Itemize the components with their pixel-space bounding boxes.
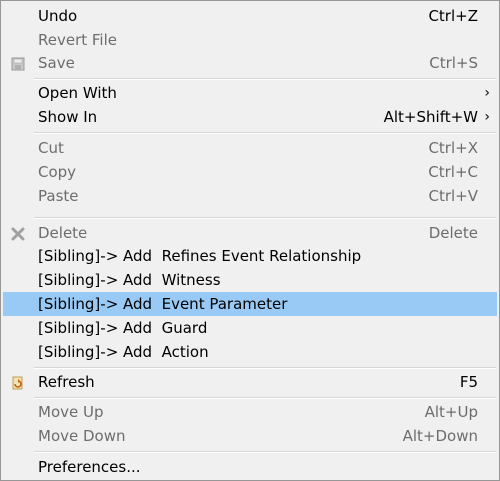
menu-item-refresh[interactable]: Refresh F5 xyxy=(3,370,497,394)
open-with-label: Open With xyxy=(38,84,117,102)
show-in-label: Show In xyxy=(38,108,98,126)
move-down-shortcut: Alt+Down xyxy=(402,427,478,445)
menu-item-add-action[interactable]: [Sibling]-> Add Action xyxy=(3,340,497,364)
menu-item-preferences[interactable]: Preferences... xyxy=(3,455,497,479)
show-in-shortcut: Alt+Shift+W xyxy=(383,108,478,126)
add-guard-label: [Sibling]-> Add Guard xyxy=(38,319,208,337)
copy-label: Copy xyxy=(38,163,77,181)
paste-shortcut: Ctrl+V xyxy=(428,187,478,205)
delete-shortcut: Delete xyxy=(428,224,478,242)
paste-label: Paste xyxy=(38,187,79,205)
add-refines-label: [Sibling]-> Add Refines Event Relationsh… xyxy=(38,247,362,265)
revert-file-label: Revert File xyxy=(38,31,117,49)
move-up-shortcut: Alt+Up xyxy=(424,403,478,421)
menu-item-add-refines-event-relationship[interactable]: [Sibling]-> Add Refines Event Relationsh… xyxy=(3,244,497,268)
menu-separator xyxy=(34,78,496,80)
save-icon xyxy=(10,55,26,71)
menu-item-add-event-parameter[interactable]: [Sibling]-> Add Event Parameter xyxy=(3,292,497,316)
menu-separator xyxy=(34,367,496,369)
menu-item-copy[interactable]: Copy Ctrl+C xyxy=(3,160,497,184)
cut-shortcut: Ctrl+X xyxy=(428,139,478,157)
menu-item-revert-file[interactable]: Revert File xyxy=(3,28,497,52)
menu-separator xyxy=(34,217,496,219)
menu-item-show-in[interactable]: Show In Alt+Shift+W › xyxy=(3,105,497,129)
refresh-shortcut: F5 xyxy=(459,373,478,391)
save-shortcut: Ctrl+S xyxy=(429,54,478,72)
menu-item-undo[interactable]: Undo Ctrl+Z xyxy=(3,4,497,28)
menu-item-open-with[interactable]: Open With › xyxy=(3,81,497,105)
add-action-label: [Sibling]-> Add Action xyxy=(38,343,209,361)
save-label: Save xyxy=(38,54,75,72)
menu-separator xyxy=(34,132,496,134)
refresh-icon xyxy=(10,374,26,390)
menu-separator xyxy=(34,397,496,399)
move-down-label: Move Down xyxy=(38,427,126,445)
copy-shortcut: Ctrl+C xyxy=(428,163,478,181)
menu-item-paste[interactable]: Paste Ctrl+V xyxy=(3,184,497,208)
delete-icon xyxy=(10,225,26,241)
menu-separator xyxy=(34,451,496,453)
context-menu: Undo Ctrl+Z Revert File Save Ctrl+S Open… xyxy=(0,0,500,481)
chevron-right-icon: › xyxy=(484,109,490,125)
delete-label: Delete xyxy=(38,224,88,242)
menu-item-add-witness[interactable]: [Sibling]-> Add Witness xyxy=(3,268,497,292)
undo-shortcut: Ctrl+Z xyxy=(428,7,478,25)
refresh-label: Refresh xyxy=(38,373,95,391)
add-event-parameter-label: [Sibling]-> Add Event Parameter xyxy=(38,295,288,313)
menu-item-save[interactable]: Save Ctrl+S xyxy=(3,51,497,75)
undo-label: Undo xyxy=(38,7,78,25)
menu-item-delete[interactable]: Delete Delete xyxy=(3,221,497,245)
add-witness-label: [Sibling]-> Add Witness xyxy=(38,271,221,289)
menu-item-cut[interactable]: Cut Ctrl+X xyxy=(3,136,497,160)
chevron-right-icon: › xyxy=(484,85,490,101)
menu-item-move-down[interactable]: Move Down Alt+Down xyxy=(3,424,497,448)
move-up-label: Move Up xyxy=(38,403,104,421)
cut-label: Cut xyxy=(38,139,64,157)
menu-item-move-up[interactable]: Move Up Alt+Up xyxy=(3,400,497,424)
menu-item-add-guard[interactable]: [Sibling]-> Add Guard xyxy=(3,316,497,340)
preferences-label: Preferences... xyxy=(38,458,141,476)
